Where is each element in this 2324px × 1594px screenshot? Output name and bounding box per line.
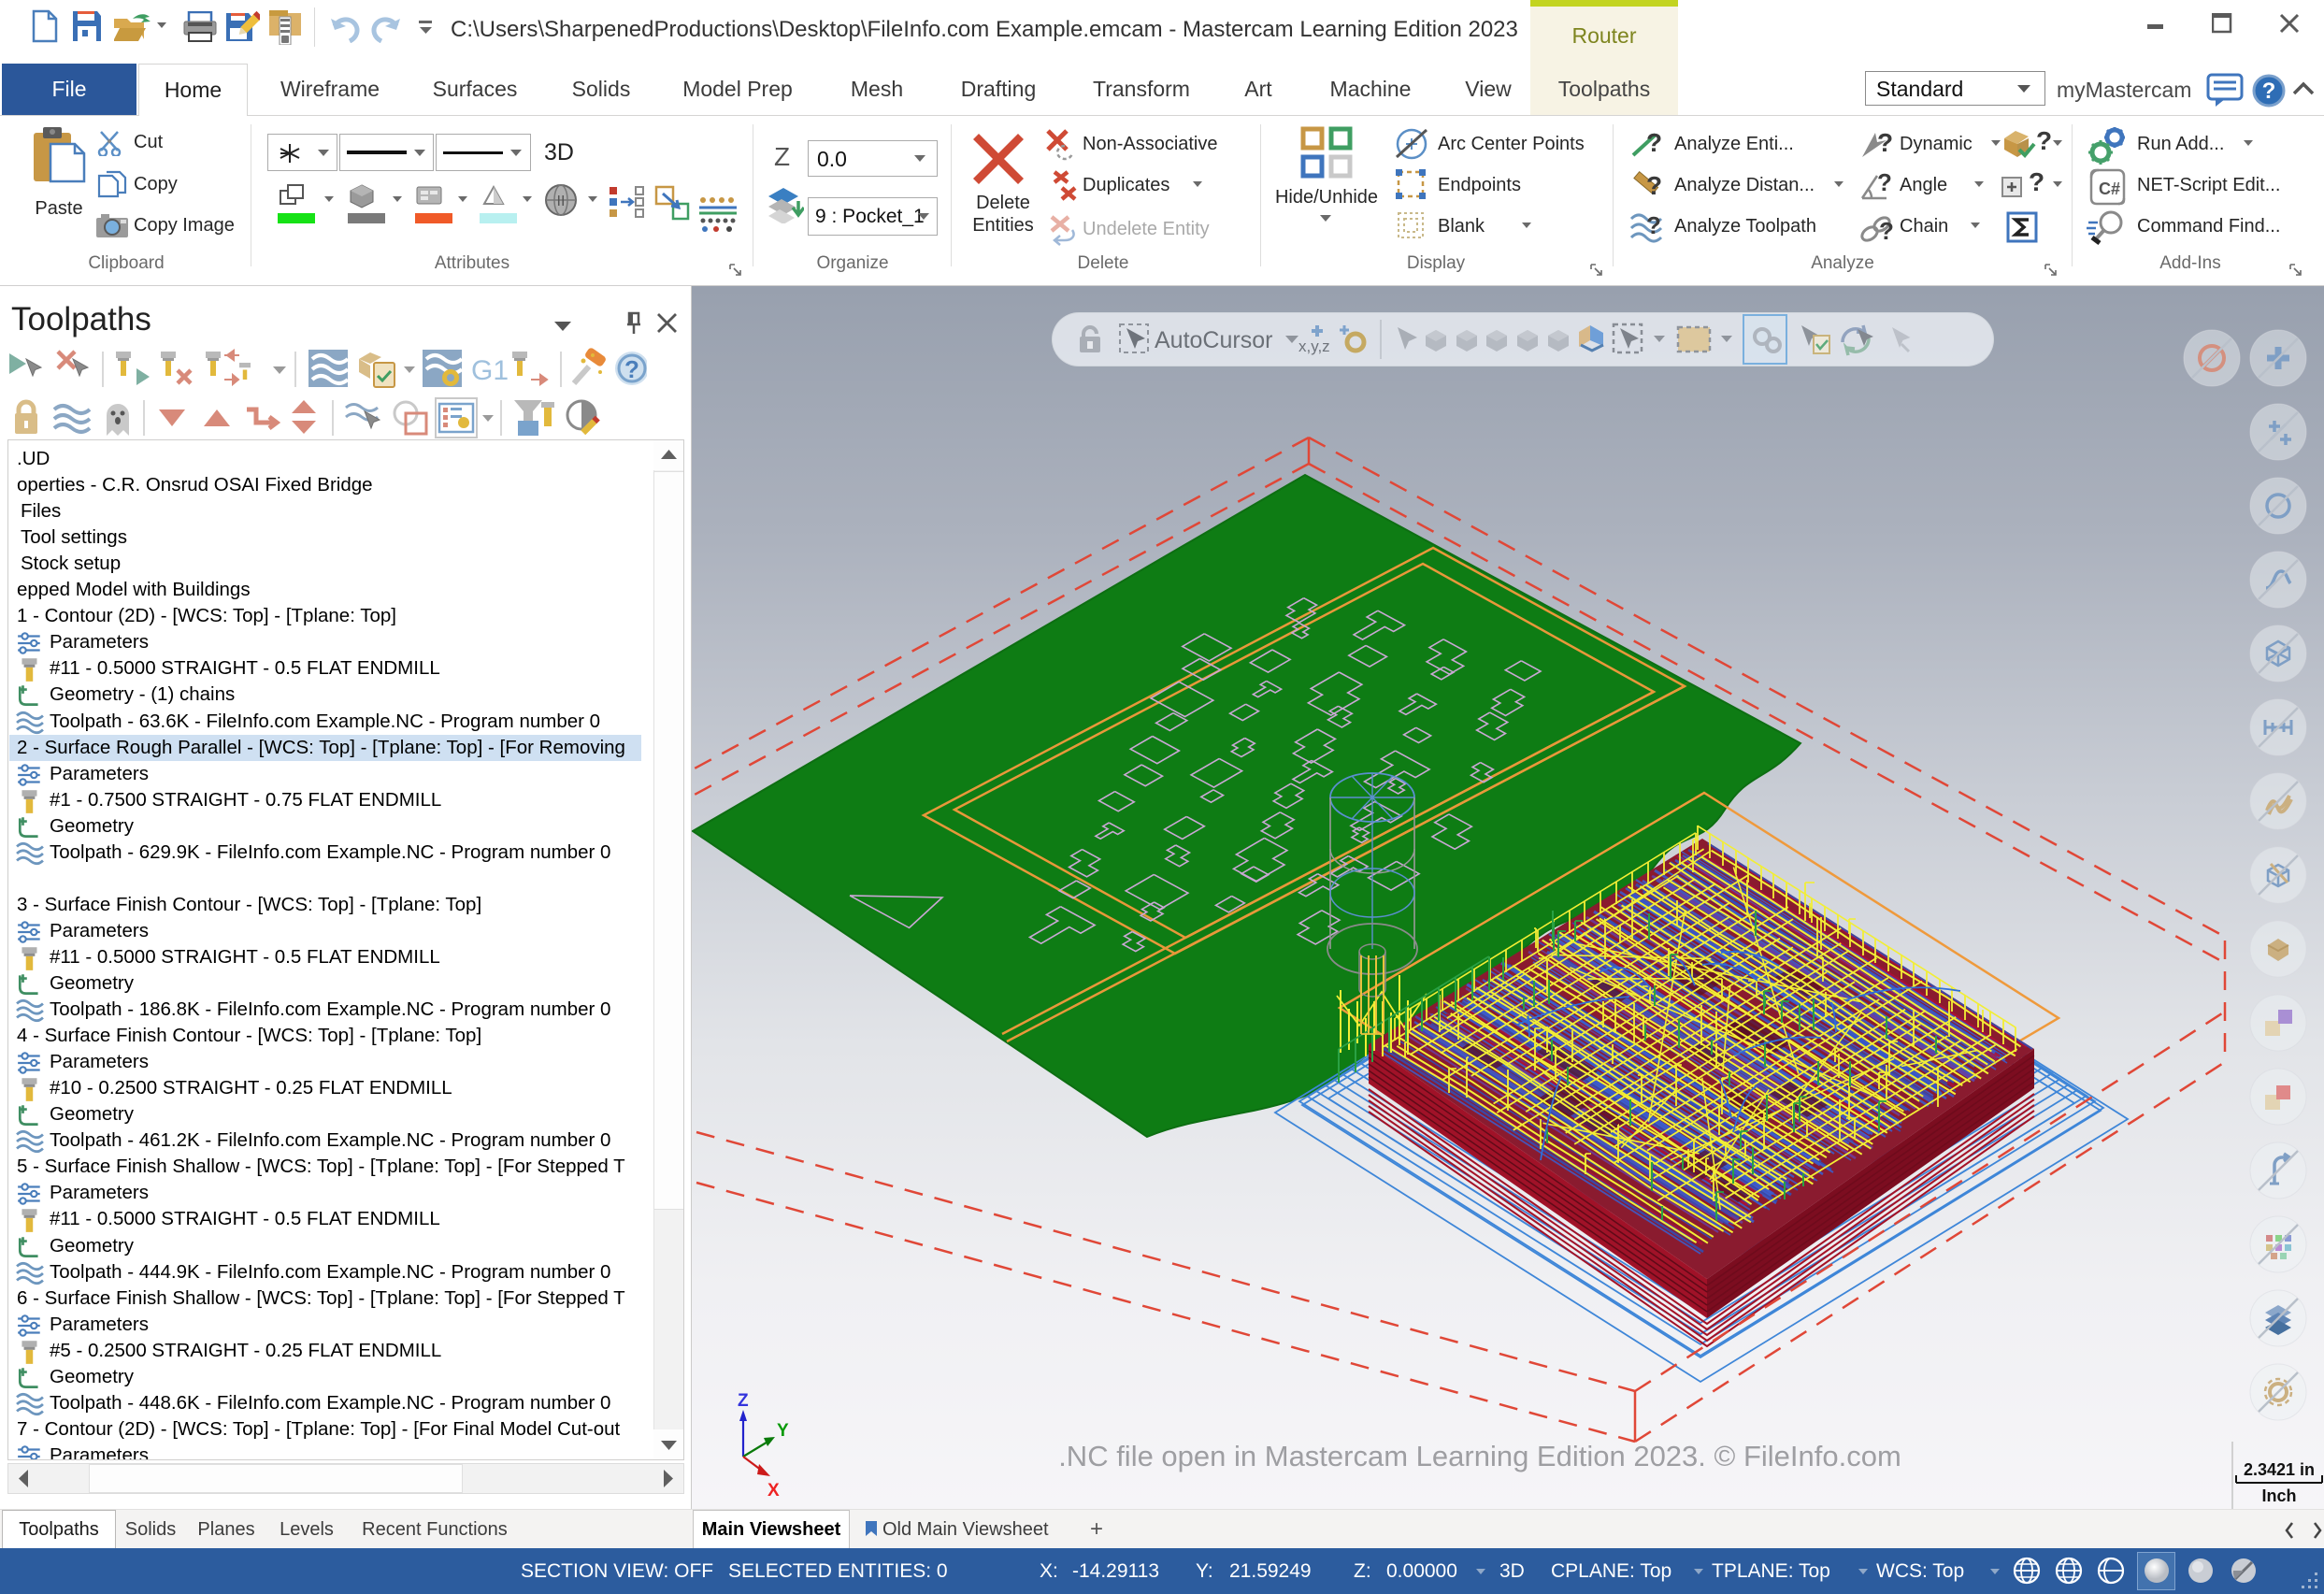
svg-text:?: ? [624, 355, 639, 383]
svg-text:C#: C# [2099, 180, 2120, 198]
svg-text:Z: Z [738, 1391, 749, 1411]
svg-text:?: ? [1879, 217, 1894, 245]
svg-text:?: ? [2036, 127, 2052, 155]
svg-text:.NC file open in Mastercam Lea: .NC file open in Mastercam Learning Edit… [1058, 1440, 1901, 1472]
svg-text:x,y,z: x,y,z [1298, 337, 1330, 355]
svg-text:X: X [767, 1481, 780, 1501]
svg-text:G1: G1 [471, 355, 509, 386]
svg-text:?: ? [1646, 129, 1662, 157]
svg-text:Y: Y [777, 1421, 789, 1441]
svg-text:?: ? [2029, 168, 2044, 196]
svg-text:?: ? [1877, 170, 1892, 196]
svg-text:AutoCursor: AutoCursor [1155, 327, 1272, 353]
svg-text:II: II [557, 194, 566, 209]
svg-text:?: ? [1646, 211, 1661, 239]
svg-text:?: ? [1646, 171, 1662, 200]
svg-text:?: ? [1877, 129, 1893, 157]
svg-text:?: ? [2262, 79, 2276, 104]
